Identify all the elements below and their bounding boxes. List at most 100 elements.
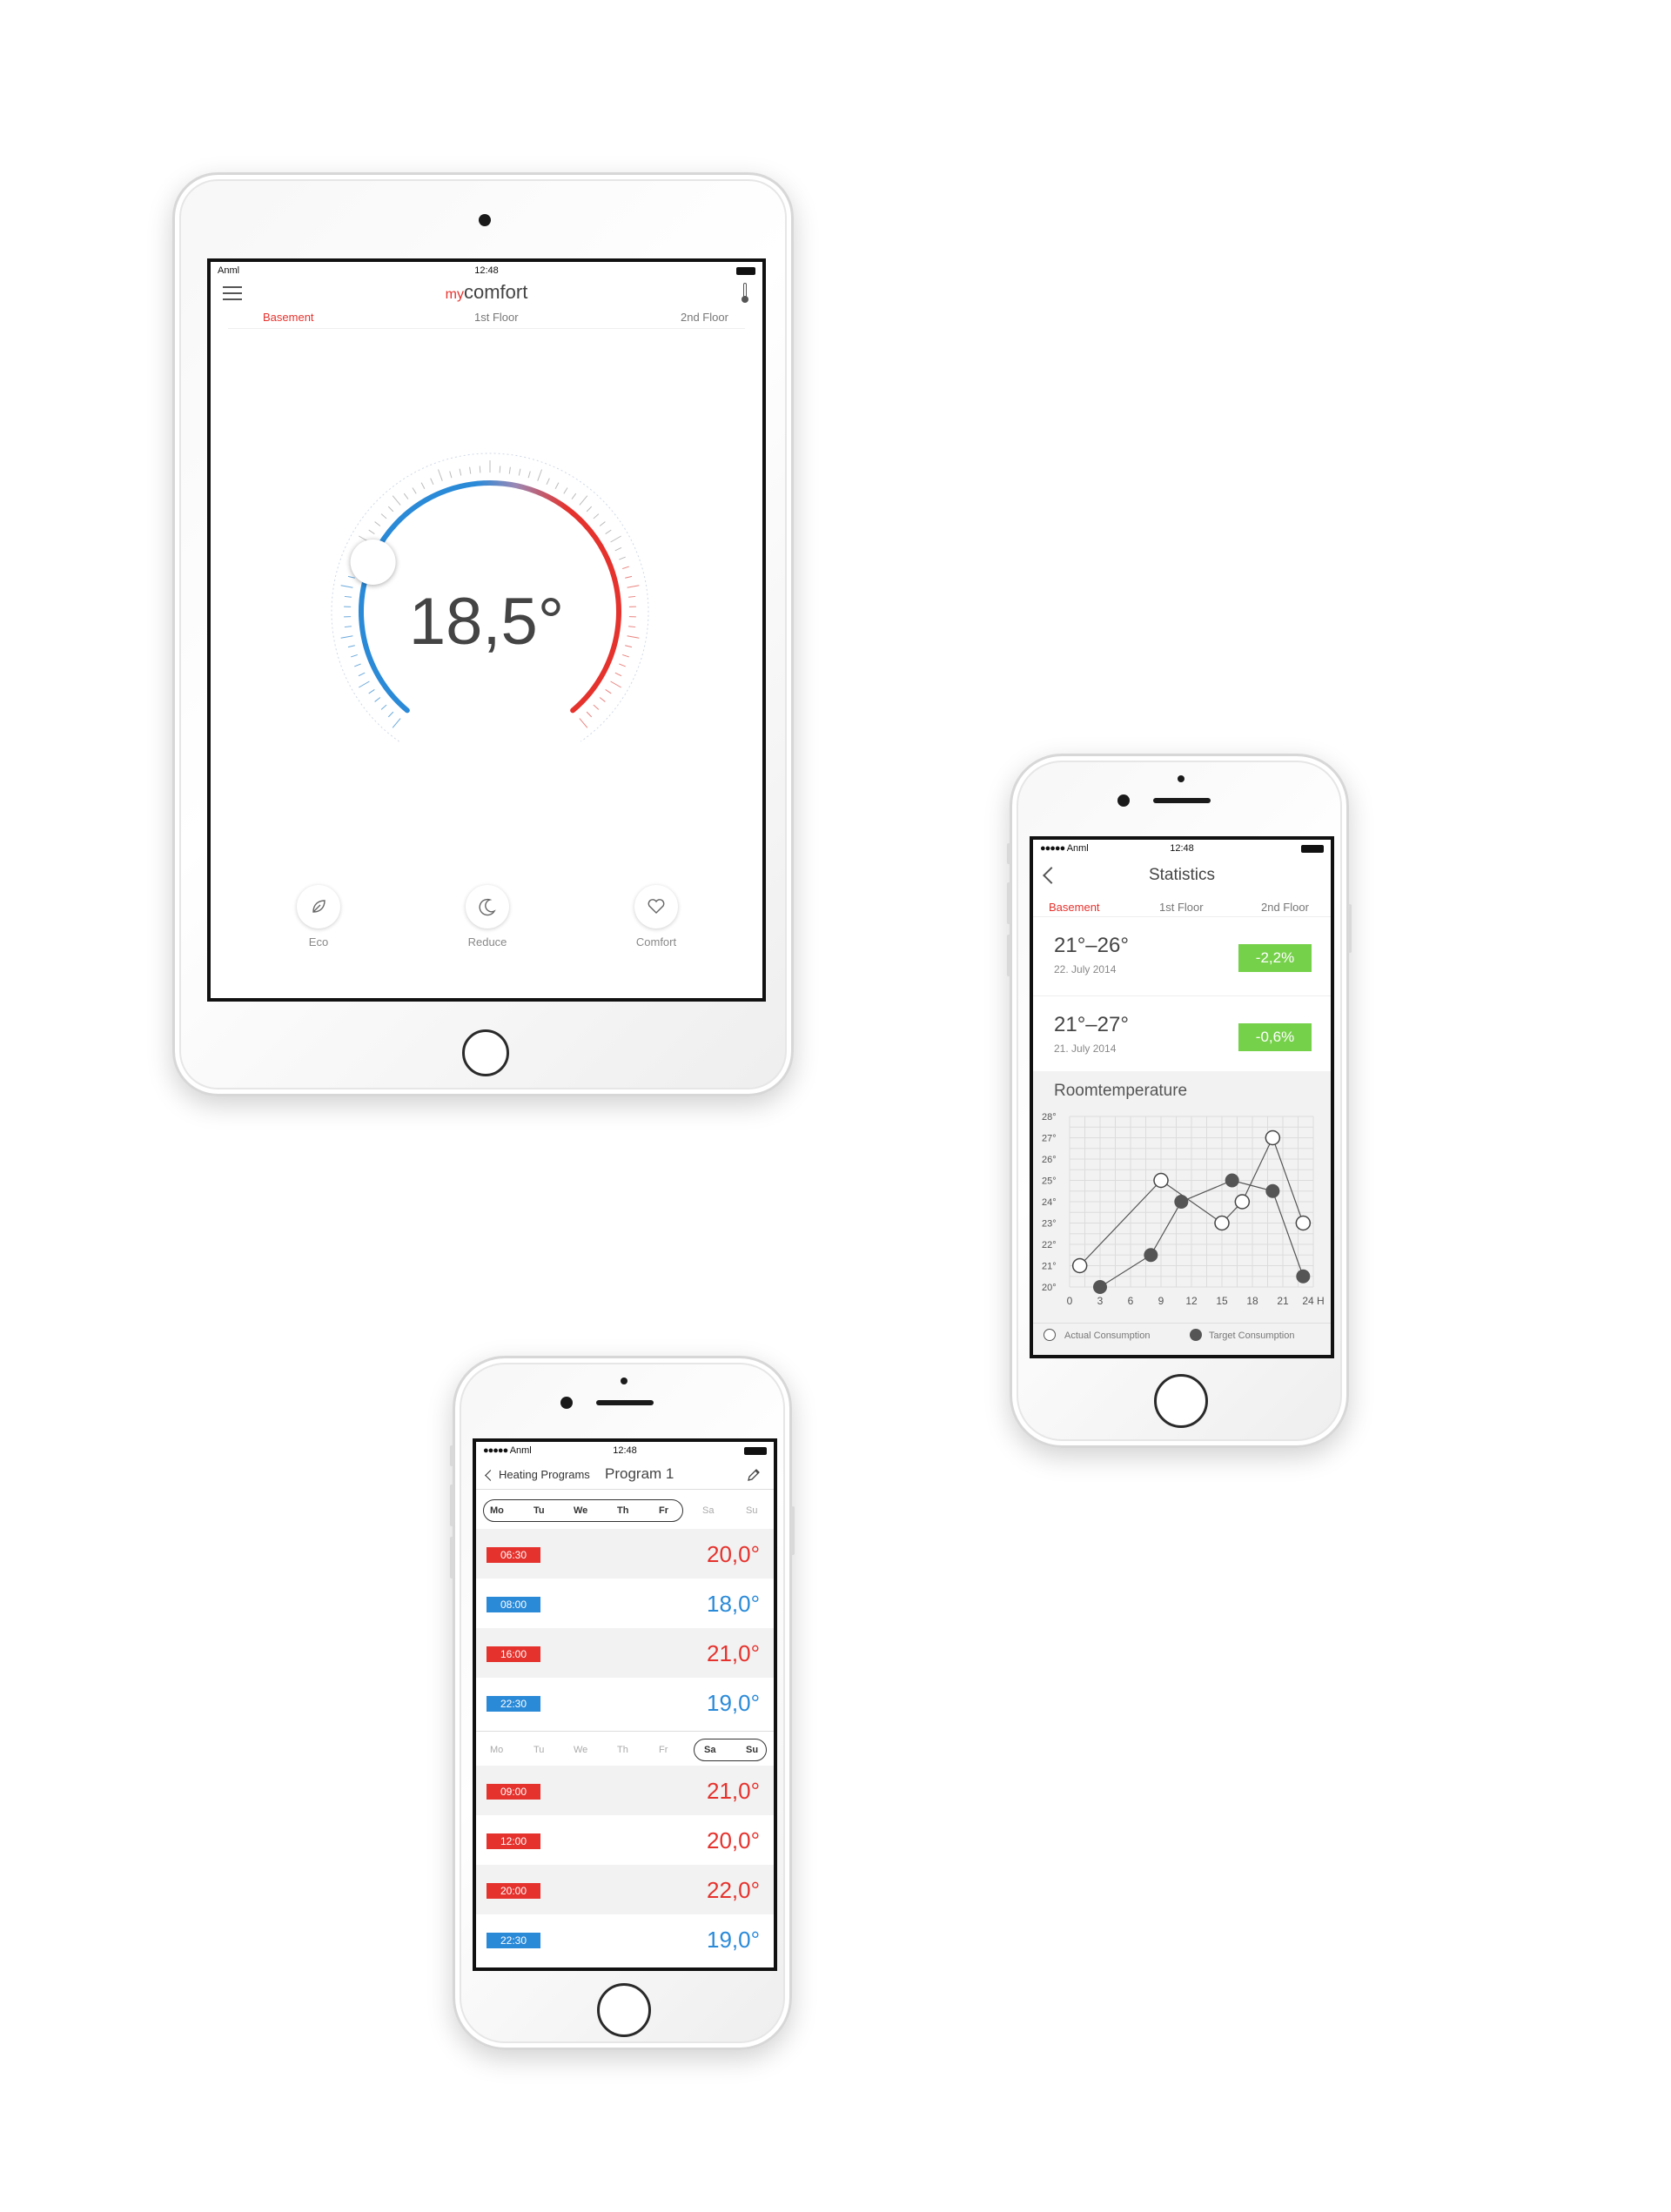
schedule-row[interactable]: 16:00 21,0° bbox=[476, 1628, 774, 1678]
stat-date: 22. July 2014 bbox=[1054, 963, 1117, 975]
dial-tick bbox=[368, 529, 375, 534]
data-point-target bbox=[1144, 1248, 1158, 1263]
y-tick-label: 26° bbox=[1042, 1155, 1057, 1165]
dial-tick bbox=[527, 471, 531, 479]
day-sa[interactable]: Sa bbox=[704, 1745, 715, 1755]
y-tick-label: 25° bbox=[1042, 1176, 1057, 1187]
day-mo[interactable]: Mo bbox=[490, 1505, 504, 1516]
dial-tick bbox=[430, 478, 434, 486]
back-button[interactable]: Heating Programs bbox=[499, 1468, 590, 1481]
tablet-home-button[interactable] bbox=[462, 1029, 509, 1076]
dial-knob[interactable] bbox=[350, 539, 396, 585]
pencil-icon[interactable] bbox=[746, 1467, 762, 1483]
target-temperature: 22,0° bbox=[706, 1877, 760, 1903]
tablet-device: Anml 12:48 mycomfort Basement 1st Floor … bbox=[172, 172, 794, 1096]
time-badge: 22:30 bbox=[487, 1696, 540, 1712]
dial-tick bbox=[508, 466, 511, 474]
phone-side-button bbox=[450, 1445, 453, 1466]
day-tu[interactable]: Tu bbox=[534, 1745, 544, 1755]
day-mo[interactable]: Mo bbox=[490, 1745, 503, 1755]
dial-tick bbox=[619, 556, 626, 560]
moon-icon bbox=[479, 898, 496, 916]
earpiece-speaker bbox=[596, 1400, 654, 1405]
stat-entry[interactable]: 21°–27° 21. July 2014 -0,6% bbox=[1033, 997, 1331, 1070]
schedule-row[interactable]: 09:00 21,0° bbox=[476, 1766, 774, 1815]
chart-title: Roomtemperature bbox=[1054, 1082, 1188, 1100]
schedule-row[interactable]: 08:00 18,0° bbox=[476, 1579, 774, 1628]
legend-actual-label: Actual Consumption bbox=[1064, 1331, 1151, 1341]
day-fr[interactable]: Fr bbox=[659, 1505, 668, 1516]
battery-icon bbox=[741, 1445, 767, 1456]
front-camera bbox=[560, 1397, 573, 1409]
temperature-readout: 18,5° bbox=[408, 585, 565, 659]
schedule-row[interactable]: 12:00 20,0° bbox=[476, 1815, 774, 1865]
earpiece-speaker bbox=[1153, 798, 1211, 803]
dial-tick bbox=[392, 495, 401, 506]
front-camera bbox=[1117, 794, 1130, 807]
day-su[interactable]: Su bbox=[746, 1505, 757, 1516]
time-badge: 16:00 bbox=[487, 1646, 540, 1662]
stat-date: 21. July 2014 bbox=[1054, 1042, 1117, 1055]
stat-entry[interactable]: 21°–26° 22. July 2014 -2,2% bbox=[1033, 923, 1331, 996]
floor-tabs: Basement 1st Floor 2nd Floor bbox=[1033, 901, 1331, 917]
dial-tick bbox=[374, 697, 381, 702]
dial-tick bbox=[380, 513, 387, 519]
data-point-target bbox=[1265, 1183, 1280, 1198]
day-tu[interactable]: Tu bbox=[534, 1505, 545, 1516]
phone-volume-up bbox=[1007, 882, 1010, 924]
dial-tick bbox=[347, 575, 355, 579]
schedule-row[interactable]: 06:30 20,0° bbox=[476, 1529, 774, 1579]
day-sa[interactable]: Sa bbox=[702, 1505, 714, 1516]
schedule-row[interactable]: 20:00 22,0° bbox=[476, 1865, 774, 1914]
day-fr[interactable]: Fr bbox=[659, 1745, 668, 1755]
tab-1st-floor[interactable]: 1st Floor bbox=[1159, 901, 1204, 914]
tab-2nd-floor[interactable]: 2nd Floor bbox=[1261, 901, 1309, 914]
dial-tick bbox=[579, 718, 588, 728]
phone-side-button bbox=[1007, 843, 1010, 864]
day-su[interactable]: Su bbox=[746, 1745, 758, 1755]
target-temperature: 20,0° bbox=[706, 1827, 760, 1853]
phone-volume-down bbox=[1007, 935, 1010, 976]
reduce-button[interactable] bbox=[466, 885, 509, 928]
day-we[interactable]: We bbox=[574, 1505, 587, 1516]
x-tick-label: 6 bbox=[1128, 1295, 1134, 1307]
phone-home-button[interactable] bbox=[597, 1983, 651, 2037]
program-screen: ●●●●● Anml 12:48 Heating Programs Progra… bbox=[473, 1438, 777, 1971]
data-point-actual bbox=[1295, 1215, 1312, 1231]
data-point-actual bbox=[1153, 1172, 1169, 1189]
data-point-actual bbox=[1234, 1194, 1251, 1210]
program-title: Program 1 bbox=[605, 1465, 674, 1482]
statistics-phone: ●●●●● Anml 12:48 Statistics Basement 1st… bbox=[1007, 754, 1352, 1448]
day-we[interactable]: We bbox=[574, 1745, 587, 1755]
stat-range: 21°–27° bbox=[1054, 1013, 1129, 1036]
y-tick-label: 21° bbox=[1042, 1262, 1057, 1272]
dial-tick bbox=[593, 513, 600, 519]
day-th[interactable]: Th bbox=[617, 1745, 628, 1755]
dial-tick bbox=[586, 711, 593, 718]
back-chevron-icon[interactable] bbox=[485, 1470, 496, 1481]
data-point-actual bbox=[1214, 1215, 1230, 1231]
x-tick-label: 24 H bbox=[1302, 1295, 1324, 1307]
tab-basement[interactable]: Basement bbox=[1049, 901, 1100, 914]
target-temperature: 18,0° bbox=[706, 1591, 760, 1617]
schedule-row[interactable]: 22:30 19,0° bbox=[476, 1914, 774, 1964]
day-th[interactable]: Th bbox=[617, 1505, 628, 1516]
dial-tick bbox=[387, 711, 394, 718]
schedule-row[interactable]: 22:30 19,0° bbox=[476, 1678, 774, 1727]
phone-volume-up bbox=[450, 1485, 453, 1526]
screen-title: Statistics bbox=[1148, 866, 1216, 884]
comfort-button[interactable] bbox=[634, 885, 678, 928]
phone-power-button bbox=[791, 1506, 795, 1555]
dial-tick bbox=[619, 663, 626, 667]
tablet-camera bbox=[479, 214, 491, 226]
phone-home-button[interactable] bbox=[1154, 1374, 1208, 1428]
y-tick-label: 24° bbox=[1042, 1197, 1057, 1208]
eco-button[interactable] bbox=[297, 885, 340, 928]
legend-open-circle-icon bbox=[1044, 1329, 1056, 1341]
data-point-actual bbox=[1265, 1129, 1281, 1146]
change-badge: -0,6% bbox=[1238, 1023, 1312, 1051]
dial-tick bbox=[387, 506, 394, 513]
data-point-target bbox=[1093, 1280, 1107, 1294]
weekend-selector: Mo Tu We Th Fr Sa Su bbox=[476, 1731, 774, 1766]
dial-tick bbox=[610, 680, 621, 688]
